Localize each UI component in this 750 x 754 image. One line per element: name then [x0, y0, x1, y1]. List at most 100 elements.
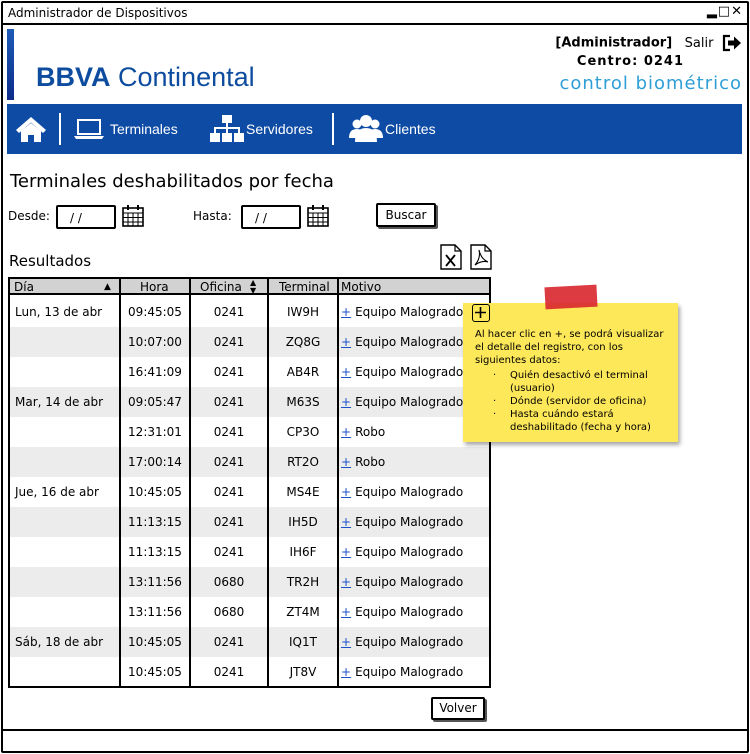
- sort-both-icon[interactable]: ▲▼: [250, 279, 258, 295]
- table-row: 11:13:15 0241 IH6F + Equipo Malogrado: [10, 537, 489, 567]
- page-title: Terminales deshabilitados por fecha: [10, 171, 334, 192]
- expand-detail-link[interactable]: +: [341, 455, 351, 469]
- cell-oficina: 0680: [213, 605, 245, 619]
- table-row: 11:13:15 0241 IH5D + Equipo Malogrado: [10, 507, 489, 537]
- cell-dia: Jue, 16 de abr: [15, 485, 99, 499]
- expand-detail-link[interactable]: +: [341, 305, 351, 319]
- expand-detail-link[interactable]: +: [341, 635, 351, 649]
- nav-separator: [332, 113, 334, 145]
- motivo-text: Equipo Malogrado: [355, 365, 464, 379]
- cell-hora: 13:11:56: [128, 575, 182, 589]
- cell-hora: 11:13:15: [128, 515, 182, 529]
- desde-date-input[interactable]: / /: [56, 205, 116, 229]
- cell-oficina: 0241: [213, 305, 245, 319]
- cell-terminal: IW9H: [286, 305, 320, 319]
- cell-motivo: + Equipo Malogrado: [341, 627, 463, 657]
- note-item: Dónde (servidor de oficina): [493, 395, 663, 408]
- motivo-text: Equipo Malogrado: [355, 485, 464, 499]
- cell-hora: 12:31:01: [128, 425, 182, 439]
- back-button[interactable]: Volver: [431, 697, 485, 720]
- cell-motivo: + Equipo Malogrado: [341, 297, 463, 327]
- main-nav: Terminales Servidores Clientes: [7, 104, 742, 154]
- header-hora[interactable]: Hora: [140, 279, 169, 295]
- calendar-icon[interactable]: [307, 205, 329, 227]
- note-item: Hasta cuándo estará deshabilitado (fecha…: [493, 408, 663, 434]
- cell-terminal: RT2O: [287, 455, 319, 469]
- cell-terminal: MS4E: [286, 485, 320, 499]
- cell-hora: 10:07:00: [128, 335, 182, 349]
- bottom-divider: [3, 729, 747, 731]
- note-item: Quién desactivó el terminal (usuario): [493, 369, 663, 395]
- cell-hora: 16:41:09: [128, 365, 182, 379]
- cell-terminal: IQ1T: [289, 635, 317, 649]
- column-divider: [189, 279, 191, 686]
- logout-link[interactable]: Salir: [685, 36, 714, 51]
- column-divider: [267, 279, 269, 686]
- sitemap-icon: [210, 115, 244, 142]
- header-oficina[interactable]: Oficina: [200, 279, 242, 295]
- cell-motivo: + Equipo Malogrado: [341, 657, 463, 687]
- expand-detail-link[interactable]: +: [341, 485, 351, 499]
- cell-motivo: + Equipo Malogrado: [341, 387, 463, 417]
- cell-motivo: + Robo: [341, 447, 385, 477]
- expand-detail-link[interactable]: +: [341, 365, 351, 379]
- excel-icon[interactable]: [440, 244, 462, 270]
- table-row: 13:11:56 0680 TR2H + Equipo Malogrado: [10, 567, 489, 597]
- cell-oficina: 0241: [213, 665, 245, 679]
- table-row: 10:45:05 0241 JT8V + Equipo Malogrado: [10, 657, 489, 687]
- cell-motivo: + Equipo Malogrado: [341, 477, 463, 507]
- nav-servidores-label: Servidores: [246, 121, 313, 137]
- expand-detail-link[interactable]: +: [341, 665, 351, 679]
- calendar-icon[interactable]: [122, 205, 144, 227]
- desde-label: Desde:: [8, 209, 50, 223]
- motivo-text: Robo: [355, 425, 386, 439]
- hasta-date-input[interactable]: / /: [241, 205, 301, 229]
- expand-detail-link[interactable]: +: [341, 575, 351, 589]
- cell-motivo: + Equipo Malogrado: [341, 567, 463, 597]
- sort-asc-icon[interactable]: ▲: [104, 279, 111, 295]
- motivo-text: Robo: [355, 455, 386, 469]
- cell-dia: Mar, 14 de abr: [15, 395, 104, 409]
- motivo-text: Equipo Malogrado: [355, 575, 464, 589]
- expand-detail-link[interactable]: +: [341, 515, 351, 529]
- cell-hora: 09:05:47: [128, 395, 182, 409]
- cell-terminal: CP3O: [286, 425, 320, 439]
- nav-terminales[interactable]: Terminales: [74, 104, 178, 154]
- pdf-icon[interactable]: [470, 244, 492, 270]
- window-controls[interactable]: ▂□✕: [707, 4, 743, 19]
- cell-terminal: IH5D: [288, 515, 318, 529]
- table-row: Lun, 13 de abr 09:45:05 0241 IW9H + Equipo Ma…: [10, 297, 489, 327]
- table-row: 17:00:14 0241 RT2O + Robo: [10, 447, 489, 477]
- motivo-text: Equipo Malogrado: [355, 635, 464, 649]
- sticky-note: Al hacer clic en +, se podrá visualizar …: [463, 303, 678, 442]
- expand-detail-link[interactable]: +: [341, 335, 351, 349]
- nav-home[interactable]: [15, 104, 47, 154]
- search-button[interactable]: Buscar: [376, 203, 436, 227]
- cell-oficina: 0680: [213, 575, 245, 589]
- home-icon: [16, 117, 46, 142]
- motivo-text: Equipo Malogrado: [355, 545, 464, 559]
- header-motivo[interactable]: Motivo: [341, 279, 381, 295]
- cell-terminal: JT8V: [289, 665, 317, 679]
- brand-bar: [7, 29, 14, 100]
- nav-clientes[interactable]: Clientes: [349, 104, 436, 154]
- exit-icon[interactable]: [722, 34, 742, 52]
- nav-servidores[interactable]: Servidores: [210, 104, 313, 154]
- expand-detail-link[interactable]: +: [341, 425, 351, 439]
- header-terminal[interactable]: Terminal: [279, 279, 330, 295]
- expand-detail-link[interactable]: +: [341, 545, 351, 559]
- cell-oficina: 0241: [213, 485, 245, 499]
- cell-hora: 11:13:15: [128, 545, 182, 559]
- header-dia[interactable]: Día: [14, 279, 34, 295]
- bbva-logo: BBVA Continental: [36, 62, 255, 92]
- cell-motivo: + Equipo Malogrado: [341, 327, 463, 357]
- cell-terminal: TR2H: [286, 575, 320, 589]
- expand-detail-link[interactable]: +: [341, 605, 351, 619]
- results-table: Día ▲ Hora Oficina ▲▼ Terminal Motivo Lu…: [8, 277, 491, 688]
- user-panel: [Administrador] Salir Centro: 0241 contr…: [555, 34, 742, 94]
- nav-terminales-label: Terminales: [110, 121, 178, 137]
- cell-oficina: 0241: [213, 545, 245, 559]
- table-row: Sáb, 18 de abr 10:45:05 0241 IQ1T + Equipo Ma…: [10, 627, 489, 657]
- expand-detail-link[interactable]: +: [341, 395, 351, 409]
- motivo-text: Equipo Malogrado: [355, 515, 464, 529]
